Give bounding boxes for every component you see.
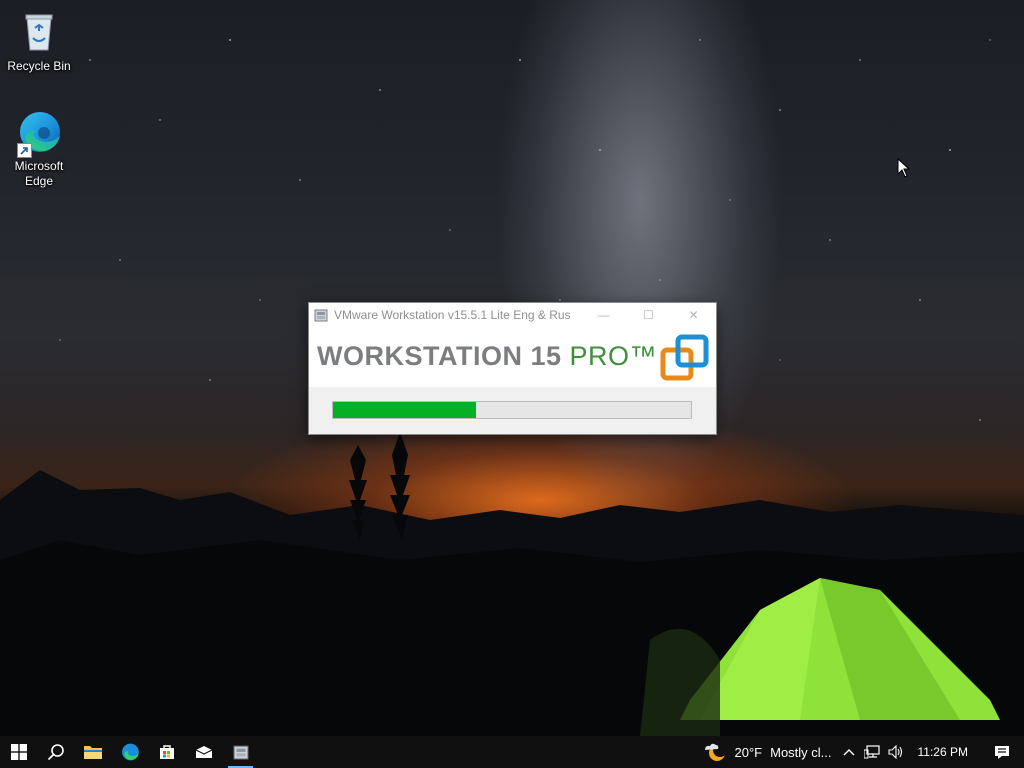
product-edition: PRO™: [569, 341, 658, 371]
installer-taskbar-button[interactable]: [222, 736, 259, 768]
search-icon: [47, 744, 64, 761]
clock[interactable]: 11:26 PM: [908, 736, 980, 768]
install-progress-fill: [333, 402, 477, 418]
edge-icon: [15, 108, 63, 158]
folder-icon: [83, 746, 102, 759]
chevron-up-icon: [843, 749, 855, 756]
desktop-icon-recycle-bin[interactable]: Recycle Bin: [1, 8, 77, 74]
taskbar: 20°F Mostly cl... 11:26 PM: [0, 736, 1024, 768]
recycle-bin-icon: [15, 8, 63, 56]
product-banner: WORKSTATION 15 PRO™: [309, 327, 716, 387]
system-tray: 20°F Mostly cl... 11:26 PM: [699, 736, 1024, 768]
start-button[interactable]: [0, 736, 37, 768]
installer-icon: [233, 745, 248, 760]
mail-icon: [195, 746, 212, 758]
installer-icon: [314, 308, 328, 322]
network-icon: [863, 745, 880, 759]
volume-button[interactable]: [884, 736, 908, 768]
show-hidden-icons-button[interactable]: [838, 736, 860, 768]
weather-widget-icon-button[interactable]: [699, 736, 731, 768]
weather-condition[interactable]: Mostly cl...: [766, 736, 837, 768]
shortcut-arrow-icon: [17, 143, 32, 158]
vmware-logo-icon: [660, 334, 709, 381]
desktop-icon-label: Recycle Bin: [7, 59, 71, 73]
installer-window[interactable]: VMware Workstation v15.5.1 Lite Eng & Ru…: [308, 302, 717, 435]
install-progress-bar: [332, 401, 692, 419]
store-button[interactable]: [148, 736, 185, 768]
maximize-button[interactable]: ☐: [626, 303, 671, 327]
store-icon: [159, 745, 174, 759]
weather-moon-cloud-icon: [704, 743, 727, 761]
network-button[interactable]: [860, 736, 884, 768]
desktop-icon-edge[interactable]: Microsoft Edge: [1, 108, 77, 189]
window-title: VMware Workstation v15.5.1 Lite Eng & Ru…: [334, 308, 571, 322]
file-explorer-button[interactable]: [74, 736, 111, 768]
action-center-button[interactable]: [980, 736, 1024, 768]
close-button[interactable]: ✕: [671, 303, 716, 327]
mouse-cursor-icon: [897, 158, 911, 178]
desktop-icon-label: Microsoft Edge: [14, 159, 64, 188]
progress-area: [309, 387, 716, 434]
product-name-main: WORKSTATION 15: [317, 341, 570, 371]
product-name: WORKSTATION 15 PRO™: [317, 341, 657, 372]
edge-icon: [121, 743, 139, 761]
windows-logo-icon: [10, 744, 27, 760]
minimize-button[interactable]: —: [581, 303, 626, 327]
notification-icon: [995, 745, 1009, 759]
mail-button[interactable]: [185, 736, 222, 768]
edge-taskbar-button[interactable]: [111, 736, 148, 768]
window-titlebar[interactable]: VMware Workstation v15.5.1 Lite Eng & Ru…: [309, 303, 716, 327]
speaker-icon: [887, 745, 902, 759]
weather-temperature[interactable]: 20°F: [731, 736, 767, 768]
search-button[interactable]: [37, 736, 74, 768]
